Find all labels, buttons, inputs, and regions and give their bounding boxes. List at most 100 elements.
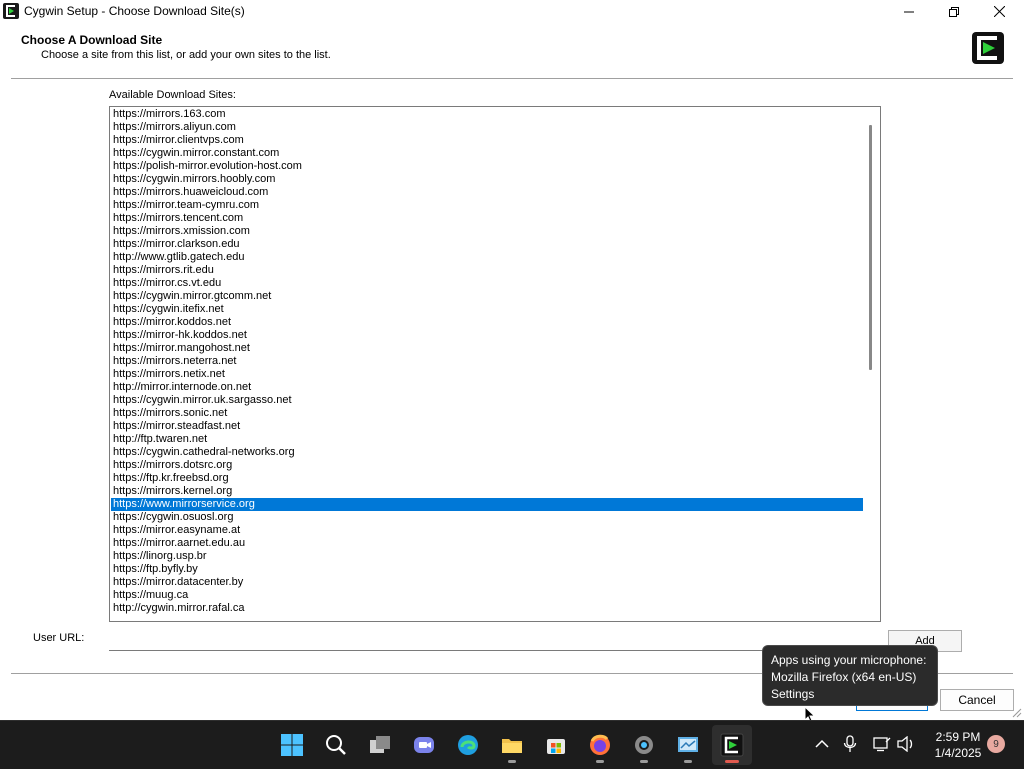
site-list-item[interactable]: https://mirrors.sonic.net (111, 407, 863, 420)
site-list-item[interactable]: https://cygwin.osuosl.org (111, 511, 863, 524)
search-icon (326, 735, 346, 755)
control-panel-icon (678, 737, 698, 752)
taskbar-search-button[interactable] (316, 725, 356, 765)
site-list-item[interactable]: https://polish-mirror.evolution-host.com (111, 160, 863, 173)
site-list-item[interactable]: https://mirrors.tencent.com (111, 212, 863, 225)
page-subtitle: Choose a site from this list, or add you… (41, 49, 331, 61)
site-list-item[interactable]: https://mirrors.xmission.com (111, 225, 863, 238)
start-icon (281, 734, 303, 756)
resize-grip-icon[interactable] (1012, 708, 1022, 718)
taskbar: 2:59 PM 1/4/2025 9 (0, 720, 1024, 769)
site-list-item[interactable]: http://www.gtlib.gatech.edu (111, 251, 863, 264)
site-list-item[interactable]: https://mirrors.163.com (111, 108, 863, 121)
running-indicator (508, 760, 516, 763)
chevron-up-icon (815, 739, 829, 748)
close-button[interactable] (976, 0, 1022, 23)
site-list-item[interactable]: https://mirror.datacenter.by (111, 576, 863, 589)
page-title: Choose A Download Site (21, 33, 163, 47)
store-icon (547, 739, 565, 754)
site-list-item[interactable]: https://mirrors.neterra.net (111, 355, 863, 368)
tooltip-line-2: Mozilla Firefox (x64 en-US) (771, 670, 917, 684)
site-list-item[interactable]: https://cygwin.mirror.uk.sargasso.net (111, 394, 863, 407)
download-sites-listbox[interactable]: https://mirrors.163.com https://mirrors.a… (109, 106, 881, 622)
user-url-label: User URL: (33, 632, 85, 644)
network-tray-button[interactable] (872, 734, 892, 754)
running-indicator (640, 760, 648, 763)
site-list-item[interactable]: https://mirrors.huaweicloud.com (111, 186, 863, 199)
scrollbar-thumb[interactable] (869, 125, 872, 370)
site-list-item[interactable]: https://linorg.usp.br (111, 550, 863, 563)
site-list-item[interactable]: https://mirror-hk.koddos.net (111, 329, 863, 342)
site-list-item[interactable]: https://mirror.team-cymru.com (111, 199, 863, 212)
site-list-item[interactable]: http://cygwin.mirror.rafal.ca (111, 602, 863, 615)
site-list-item[interactable]: https://mirror.aarnet.edu.au (111, 537, 863, 550)
restore-icon (949, 6, 959, 17)
task-view-icon (370, 736, 390, 753)
site-list-item[interactable]: https://mirrors.rit.edu (111, 264, 863, 277)
site-list: https://mirrors.163.com https://mirrors.a… (111, 108, 863, 615)
site-list-item[interactable]: https://mirror.cs.vt.edu (111, 277, 863, 290)
edge-button[interactable] (448, 725, 488, 765)
site-list-item[interactable]: https://mirror.clarkson.edu (111, 238, 863, 251)
network-icon (873, 737, 891, 752)
site-list-item[interactable]: https://muug.ca (111, 589, 863, 602)
close-icon (993, 6, 1005, 17)
available-sites-label: Available Download Sites: (109, 89, 236, 101)
site-list-item[interactable]: https://cygwin.mirrors.hoobly.com (111, 173, 863, 186)
site-list-item[interactable]: https://mirrors.kernel.org (111, 485, 863, 498)
settings-button[interactable] (624, 725, 664, 765)
microphone-tray-button[interactable] (840, 734, 860, 754)
window-title: Cygwin Setup - Choose Download Site(s) (24, 4, 245, 18)
maximize-button[interactable] (931, 0, 977, 23)
volume-tray-button[interactable] (896, 734, 916, 754)
wizard-header: Choose A Download Site Choose a site fro… (0, 23, 1024, 79)
tooltip-line-3: Settings (771, 687, 815, 701)
taskbar-clock[interactable]: 2:59 PM 1/4/2025 (928, 729, 988, 761)
tooltip-line-1: Apps using your microphone: (771, 653, 927, 667)
teams-button[interactable] (404, 725, 444, 765)
site-list-item[interactable]: https://mirror.koddos.net (111, 316, 863, 329)
settings-icon (635, 736, 653, 754)
site-list-item[interactable]: https://ftp.kr.freebsd.org (111, 472, 863, 485)
clock-date: 1/4/2025 (934, 746, 982, 760)
microphone-tooltip: Apps using your microphone: Mozilla Fire… (762, 645, 938, 706)
site-list-item[interactable]: https://cygwin.mirror.constant.com (111, 147, 863, 160)
cygwin-logo-icon (972, 32, 1004, 64)
site-list-item[interactable]: https://mirrors.dotsrc.org (111, 459, 863, 472)
running-indicator (596, 760, 604, 763)
header-divider (11, 78, 1013, 80)
cygwin-taskbar-button[interactable] (712, 725, 752, 765)
site-list-item[interactable]: https://cygwin.mirror.gtcomm.net (111, 290, 863, 303)
site-list-item[interactable]: http://mirror.internode.on.net (111, 381, 863, 394)
site-list-item[interactable]: https://mirror.easyname.at (111, 524, 863, 537)
notification-badge[interactable]: 9 (987, 735, 1005, 753)
site-list-item[interactable]: https://cygwin.itefix.net (111, 303, 863, 316)
site-list-item[interactable]: https://mirror.mangohost.net (111, 342, 863, 355)
site-list-item-selected[interactable]: https://www.mirrorservice.org (111, 498, 863, 511)
firefox-icon (590, 734, 610, 755)
vertical-scrollbar[interactable] (863, 107, 880, 621)
site-list-item[interactable]: http://ftp.twaren.net (111, 433, 863, 446)
task-view-button[interactable] (360, 725, 400, 765)
file-explorer-icon (502, 739, 522, 753)
minimize-button[interactable] (886, 0, 932, 23)
cygwin-app-icon (3, 3, 19, 19)
title-bar: Cygwin Setup - Choose Download Site(s) (0, 0, 1024, 23)
control-panel-button[interactable] (668, 725, 708, 765)
cancel-button[interactable]: Cancel (940, 689, 1014, 711)
show-hidden-icons-button[interactable] (812, 734, 832, 754)
site-list-item[interactable]: https://mirror.steadfast.net (111, 420, 863, 433)
store-button[interactable] (536, 725, 576, 765)
site-list-item[interactable]: https://mirrors.aliyun.com (111, 121, 863, 134)
clock-time: 2:59 PM (935, 730, 981, 744)
volume-icon (897, 736, 913, 752)
site-list-item[interactable]: https://mirrors.netix.net (111, 368, 863, 381)
site-list-item[interactable]: https://ftp.byfly.by (111, 563, 863, 576)
start-button[interactable] (272, 725, 312, 765)
site-list-item[interactable]: https://cygwin.cathedral-networks.org (111, 446, 863, 459)
firefox-button[interactable] (580, 725, 620, 765)
site-list-item[interactable]: https://mirror.clientvps.com (111, 134, 863, 147)
file-explorer-button[interactable] (492, 725, 532, 765)
teams-icon (414, 737, 434, 753)
active-indicator (725, 760, 739, 763)
